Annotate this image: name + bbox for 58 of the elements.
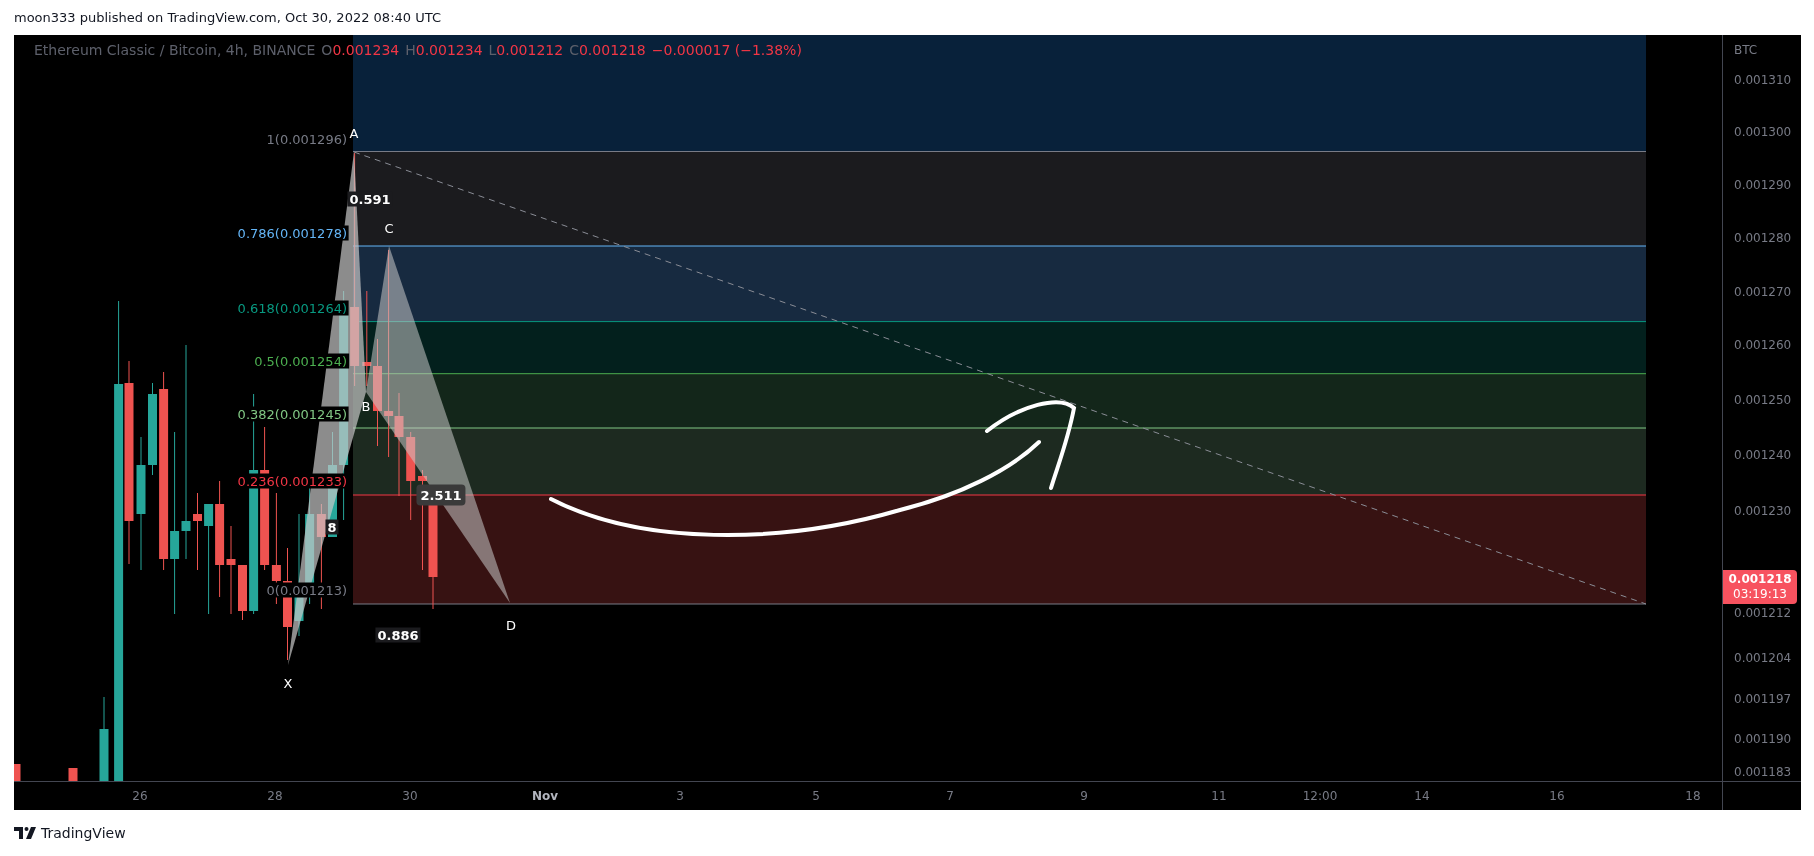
price-change: −0.000017 (−1.38%): [651, 40, 802, 60]
pattern-point-label: D: [506, 618, 516, 632]
time-tick: 18: [1685, 790, 1701, 802]
price-tick: 0.001300: [1734, 126, 1792, 138]
publish-info: moon333 published on TradingView.com, Oct 30, 2022 08:40 UTC: [14, 8, 441, 27]
ohlc-value: H0.001234: [405, 40, 483, 60]
candlestick: [68, 767, 78, 781]
price-tick: 0.001260: [1734, 339, 1792, 351]
price-tick: 0.001212: [1734, 607, 1792, 619]
time-tick: 5: [812, 790, 820, 802]
price-tick: 0.001310: [1734, 73, 1792, 86]
price-tick: 0.001240: [1734, 449, 1792, 461]
time-tick: 3: [676, 790, 684, 802]
time-tick: Nov: [531, 790, 559, 802]
price-tick: 0.001280: [1734, 231, 1792, 244]
time-tick: 26: [132, 790, 148, 802]
candlestick: [238, 564, 247, 621]
price-tick: 0.001230: [1734, 505, 1792, 517]
fib-level-label: 0.382(0.001245): [235, 406, 349, 422]
bar-countdown: 03:19:13: [1733, 587, 1787, 602]
candlestick: [14, 763, 21, 781]
time-tick: 14: [1414, 790, 1430, 802]
time-tick: 9: [1080, 790, 1088, 802]
time-tick: 12:00: [1302, 790, 1338, 802]
fib-level-label: 0.5(0.001254): [252, 353, 349, 369]
pattern-point-label: B: [361, 399, 371, 413]
time-tick: 16: [1549, 790, 1565, 802]
last-price: 0.001218: [1728, 572, 1792, 587]
ohlc-value: C0.001218: [569, 40, 646, 60]
brand-name: TradingView: [41, 823, 126, 843]
pattern-ratio-label: 8: [325, 519, 339, 535]
pattern-ratio-label: 0.886: [375, 627, 421, 643]
time-tick: 11: [1211, 790, 1227, 802]
tradingview-logo-icon: [14, 827, 36, 839]
currency-label: BTC: [1734, 42, 1758, 59]
fib-level-label: 0.236(0.001233): [235, 473, 349, 489]
time-tick: 30: [402, 790, 418, 802]
price-tick: 0.001250: [1734, 394, 1792, 406]
price-tick: 0.001290: [1734, 179, 1792, 191]
fib-level-label: 1(0.001296): [264, 131, 349, 147]
price-tick: 0.001204: [1734, 652, 1792, 664]
price-tick: 0.001183: [1734, 766, 1792, 778]
fib-level-label: 0.786(0.001278): [235, 225, 349, 240]
price-tick: 0.001190: [1734, 733, 1792, 745]
price-tick: 0.001197: [1734, 693, 1792, 705]
fib-level-label: 0.618(0.001264): [235, 300, 349, 316]
pattern-ratio-label: 0.591: [347, 191, 393, 207]
fib-level-label: 0(0.001213): [264, 582, 349, 598]
pattern-ratio-label: 2.511: [416, 484, 466, 506]
symbol-title: Ethereum Classic / Bitcoin, 4h, BINANCE: [34, 40, 316, 60]
pattern-point-label: X: [283, 676, 293, 690]
pattern-point-label: A: [349, 126, 359, 140]
ohlc-value: O0.001234: [321, 40, 400, 60]
time-tick: 28: [267, 790, 283, 802]
ohlc-value: L0.001212: [488, 40, 564, 60]
price-tick: 0.001270: [1734, 286, 1792, 298]
time-tick: 7: [946, 790, 954, 802]
pattern-point-label: C: [384, 221, 394, 235]
